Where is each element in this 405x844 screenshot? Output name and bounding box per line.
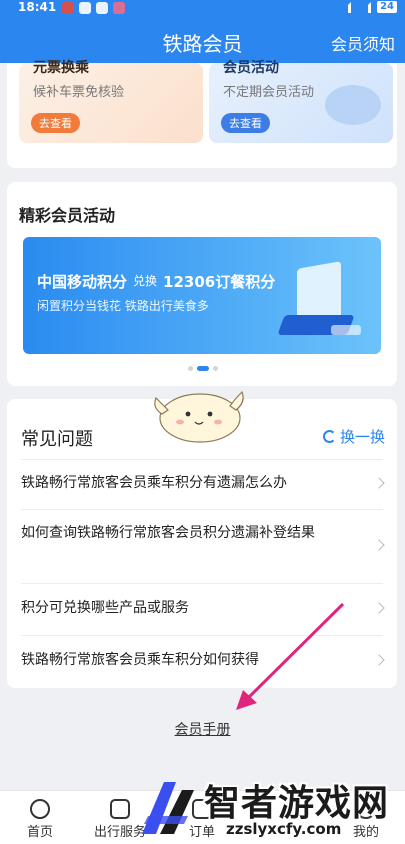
watermark-logo-icon <box>142 782 194 834</box>
wifi-icon <box>357 1 372 13</box>
faq-item-text: 积分可兑换哪些产品或服务 <box>21 600 189 616</box>
tab-label: 首页 <box>26 825 53 840</box>
banner-right-text: 12306订餐积分 <box>163 273 276 291</box>
notification-icons <box>62 2 125 14</box>
banner-left-text: 中国移动积分 <box>37 273 128 291</box>
promo-illustration <box>325 85 381 125</box>
banner-exchange-text: 兑换 <box>133 274 158 288</box>
carousel-dots <box>188 366 218 371</box>
member-notice-link[interactable]: 会员须知 <box>331 31 395 55</box>
promo-transfer[interactable]: 元票换乘 候补车票免核验 去查看 <box>19 60 203 143</box>
home-icon <box>30 799 50 819</box>
refresh-button[interactable]: 换一换 <box>322 426 385 447</box>
faq-item[interactable]: 积分可兑换哪些产品或服务 <box>21 583 385 635</box>
watermark-text: 智者游戏网 <box>204 783 390 824</box>
activities-card: 精彩会员活动 中国移动积分 兑换 12306订餐积分 闲置积分当钱花 铁路出行美食多 <box>7 182 397 386</box>
faq-item[interactable]: 铁路畅行常旅客会员乘车积分有遗漏怎么办 <box>21 459 385 509</box>
signal-icon <box>337 1 352 13</box>
system-icons: 24 <box>337 1 397 13</box>
status-time: 18:41 <box>18 0 57 14</box>
promo-activities[interactable]: 会员活动 不定期会员活动 去查看 <box>209 60 393 143</box>
activity-banner[interactable]: 中国移动积分 兑换 12306订餐积分 闲置积分当钱花 铁路出行美食多 <box>23 237 381 354</box>
faq-item[interactable]: 铁路畅行常旅客会员乘车积分如何获得 <box>21 635 385 687</box>
app-notification-icon <box>96 2 108 14</box>
promo-subtitle: 候补车票免核验 <box>33 85 125 100</box>
luggage-icon <box>110 799 130 819</box>
faq-item-text: 铁路畅行常旅客会员乘车积分如何获得 <box>21 652 259 668</box>
faq-item-text: 铁路畅行常旅客会员乘车积分有遗漏怎么办 <box>21 475 287 491</box>
refresh-icon <box>322 430 336 443</box>
promo-card: 元票换乘 候补车票免核验 去查看 会员活动 不定期会员活动 去查看 <box>7 60 397 168</box>
banner-subtitle: 闲置积分当钱花 铁路出行美食多 <box>37 299 209 313</box>
carousel-dot[interactable] <box>213 366 218 371</box>
battery-icon: 24 <box>377 1 397 13</box>
app-notification-icon <box>113 2 125 14</box>
carousel-dot[interactable] <box>188 366 193 371</box>
watermark-url: zzslyxcfy.com <box>226 820 342 838</box>
banner-headline: 中国移动积分 兑换 12306订餐积分 <box>37 271 275 292</box>
status-bar: 18:41 24 <box>0 0 405 18</box>
tab-home[interactable]: 首页 <box>0 791 80 844</box>
promo-title: 会员活动 <box>223 60 279 76</box>
app-notification-icon <box>62 2 74 14</box>
faq-item[interactable]: 如何查询铁路畅行常旅客会员积分遗漏补登结果 <box>21 509 385 583</box>
app-header: 18:41 24 铁路会员 会员须知 <box>0 0 405 63</box>
carousel-dot-active[interactable] <box>197 366 209 371</box>
mascot-sticker <box>154 390 244 443</box>
faq-title: 常见问题 <box>21 429 93 450</box>
promo-title: 元票换乘 <box>33 60 89 76</box>
activities-title: 精彩会员活动 <box>19 206 116 225</box>
banner-illustration <box>331 325 361 335</box>
site-watermark: 智者游戏网 zzslyxcfy.com <box>138 770 405 844</box>
faq-item-text: 如何查询铁路畅行常旅客会员积分遗漏补登结果 <box>21 525 315 541</box>
view-button[interactable]: 去查看 <box>221 113 270 133</box>
refresh-label: 换一换 <box>339 428 385 446</box>
view-button[interactable]: 去查看 <box>31 113 80 133</box>
member-manual-link[interactable]: 会员手册 <box>0 719 405 739</box>
app-notification-icon <box>79 2 91 14</box>
